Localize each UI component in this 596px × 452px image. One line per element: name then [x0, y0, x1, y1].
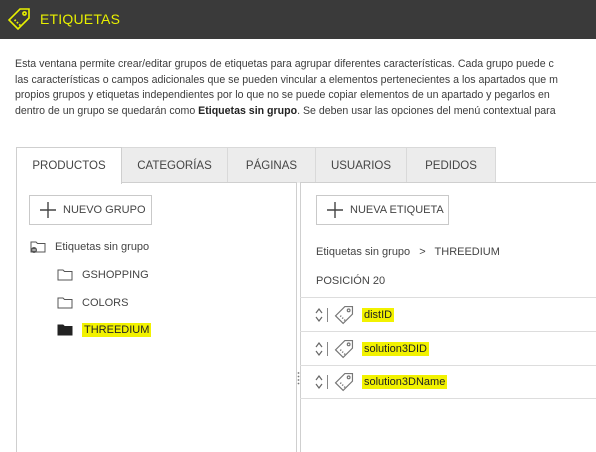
tree-item-threedium[interactable]: THREEDIUM — [57, 323, 152, 337]
breadcrumb-current: THREEDIUM — [434, 246, 500, 258]
tab-categorias[interactable]: CATEGORÍAS — [121, 147, 228, 183]
description-fragment: dentro de un grupo se quedarán como — [15, 104, 199, 117]
tag-name: solution3DID — [362, 341, 429, 356]
description-line: Esta ventana permite crear/editar grupos… — [15, 58, 554, 70]
position-label: POSICIÓN 20 — [316, 275, 386, 287]
tag-row[interactable]: solution3DName — [300, 365, 596, 399]
folder-minus-icon — [30, 241, 46, 253]
description-line: dentro de un grupo se quedarán como Etiq… — [15, 104, 596, 120]
tree-item-label: GSHOPPING — [82, 269, 149, 281]
tag-row[interactable]: solution3DID — [300, 331, 596, 365]
new-tag-button[interactable]: NUEVA ETIQUETA — [316, 195, 449, 225]
sort-updown-icon[interactable] — [314, 374, 324, 390]
plus-icon — [327, 202, 343, 218]
tag-name: distID — [362, 307, 395, 322]
breadcrumb-separator: > — [419, 246, 426, 258]
app-header: ETIQUETAS — [0, 0, 596, 39]
tag-icon — [334, 305, 354, 324]
description-bold-fragment: Etiquetas sin grupo — [198, 104, 298, 117]
tree-item-label: Etiquetas sin grupo — [55, 241, 150, 253]
description-line: propios grupos y etiquetas independiente… — [15, 89, 550, 101]
tree-item-label-selected: THREEDIUM — [82, 323, 152, 337]
sort-updown-icon[interactable] — [314, 307, 324, 323]
tag-logo-icon — [7, 8, 30, 31]
tree-item-colors[interactable]: COLORS — [57, 296, 128, 310]
tag-name: solution3DName — [362, 375, 448, 389]
divider — [327, 307, 328, 322]
tab-usuarios[interactable]: USUARIOS — [315, 147, 407, 183]
page-title: ETIQUETAS — [40, 11, 121, 27]
tag-icon — [334, 372, 354, 392]
breadcrumb: Etiquetas sin grupo > THREEDIUM — [316, 246, 500, 258]
new-tag-label: NUEVA ETIQUETA — [350, 204, 444, 216]
description-text: Esta ventana permite crear/editar grupos… — [15, 57, 596, 121]
tree-item-ungrouped[interactable]: Etiquetas sin grupo — [30, 240, 149, 254]
description-fragment: . Se deben usar las opciones del menú co… — [297, 104, 556, 117]
plus-icon — [40, 202, 56, 218]
tab-pedidos[interactable]: PEDIDOS — [406, 147, 496, 183]
divider — [327, 375, 328, 389]
tag-icon — [334, 339, 354, 358]
new-group-label: NUEVO GRUPO — [63, 204, 146, 216]
sort-updown-icon[interactable] — [314, 341, 324, 357]
tab-productos[interactable]: PRODUCTOS — [16, 147, 122, 184]
tree-item-gshopping[interactable]: GSHOPPING — [57, 268, 149, 282]
folder-filled-icon — [57, 324, 73, 336]
tag-row[interactable]: distID — [300, 297, 596, 331]
tree-item-label: COLORS — [82, 297, 129, 309]
tab-paginas[interactable]: PÁGINAS — [227, 147, 316, 183]
folder-icon — [57, 297, 73, 309]
folder-icon — [57, 269, 73, 281]
divider — [327, 341, 328, 356]
new-group-button[interactable]: NUEVO GRUPO — [29, 195, 152, 225]
breadcrumb-root[interactable]: Etiquetas sin grupo — [316, 246, 410, 258]
description-line: las características o campos adicionales… — [15, 73, 558, 86]
